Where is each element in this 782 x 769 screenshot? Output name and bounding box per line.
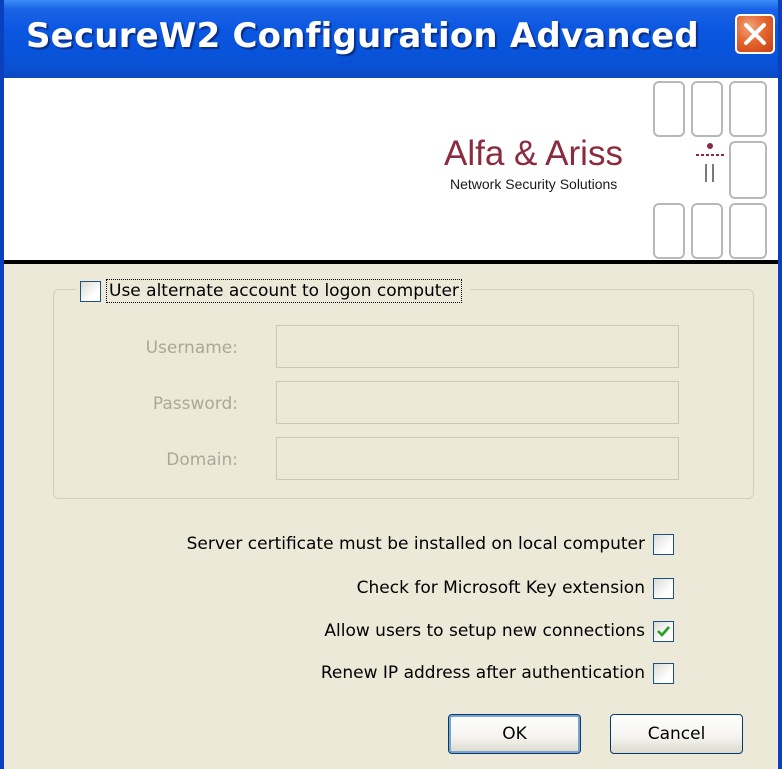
option-label: Check for Microsoft Key extension bbox=[356, 578, 645, 598]
allow-new-connections-checkbox[interactable] bbox=[653, 620, 674, 642]
renew-ip-checkbox[interactable] bbox=[653, 662, 674, 684]
logo-banner: Alfa & Ariss Network Security Solutions bbox=[4, 78, 778, 264]
dialog-window: SecureW2 Configuration Advanced Alfa & A… bbox=[0, 0, 782, 769]
username-field[interactable] bbox=[276, 325, 679, 368]
domain-field[interactable] bbox=[276, 437, 679, 480]
option-allow-new-connections[interactable]: Allow users to setup new connections bbox=[324, 618, 674, 644]
alternate-account-toggle[interactable]: Use alternate account to logon computer bbox=[76, 277, 470, 305]
logo-subtitle: Network Security Solutions bbox=[450, 176, 618, 192]
username-label: Username: bbox=[145, 338, 238, 358]
option-label: Server certificate must be installed on … bbox=[186, 534, 645, 554]
window-title: SecureW2 Configuration Advanced bbox=[26, 16, 699, 56]
alternate-account-checkbox[interactable] bbox=[80, 280, 101, 302]
alternate-account-label: Use alternate account to logon computer bbox=[106, 279, 462, 303]
password-label: Password: bbox=[152, 394, 238, 414]
option-label: Renew IP address after authentication bbox=[320, 663, 645, 683]
option-server-certificate[interactable]: Server certificate must be installed on … bbox=[187, 531, 674, 557]
cancel-button[interactable]: Cancel bbox=[610, 714, 743, 754]
option-label: Allow users to setup new connections bbox=[324, 621, 645, 641]
title-bar[interactable]: SecureW2 Configuration Advanced bbox=[4, 0, 778, 78]
logo-grid-graphic bbox=[653, 81, 767, 259]
microsoft-key-checkbox[interactable] bbox=[653, 577, 674, 599]
logo-figure-icon bbox=[696, 143, 724, 182]
domain-label: Domain: bbox=[166, 450, 238, 470]
checkmark-icon bbox=[657, 625, 670, 637]
logo-title: Alfa & Ariss bbox=[444, 134, 623, 173]
close-button[interactable] bbox=[735, 14, 775, 54]
ok-button[interactable]: OK bbox=[448, 714, 581, 754]
server-certificate-checkbox[interactable] bbox=[653, 533, 674, 555]
password-field[interactable] bbox=[276, 381, 679, 424]
option-microsoft-key[interactable]: Check for Microsoft Key extension bbox=[357, 575, 674, 601]
option-renew-ip[interactable]: Renew IP address after authentication bbox=[321, 660, 674, 686]
close-icon bbox=[744, 23, 766, 45]
